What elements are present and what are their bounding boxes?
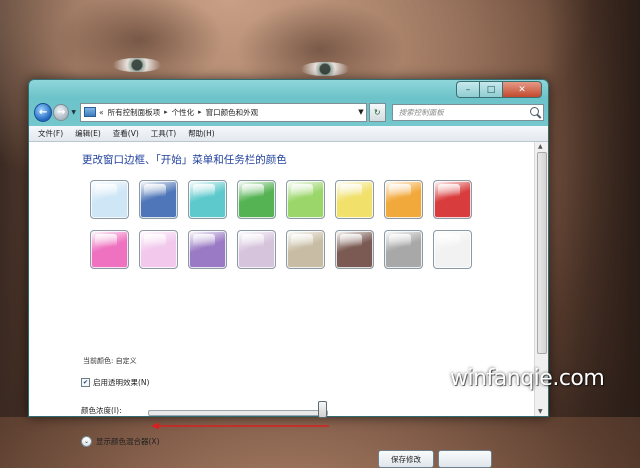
color-swatch-sea[interactable]: [188, 180, 227, 219]
breadcrumb-overflow[interactable]: «: [99, 108, 104, 117]
refresh-icon: ↻: [373, 107, 381, 117]
color-swatch-blush[interactable]: [139, 230, 178, 269]
breadcrumb-separator[interactable]: ▸: [164, 108, 168, 116]
minimize-button[interactable]: –: [456, 81, 479, 98]
save-button[interactable]: 保存修改: [378, 450, 434, 468]
color-swatch-sky[interactable]: [90, 180, 129, 219]
navigation-bar: ← → ▼ « 所有控制面板项 ▸ 个性化 ▸ 窗口颜色和外观 ▼ ↻ 搜索控制…: [34, 101, 544, 123]
search-icon[interactable]: [530, 106, 539, 116]
color-swatch-slate[interactable]: [384, 230, 423, 269]
color-swatch-ruby[interactable]: [433, 180, 472, 219]
arrow-right-icon: →: [57, 106, 66, 118]
color-swatch-lavender[interactable]: [237, 230, 276, 269]
history-dropdown-icon[interactable]: ▼: [71, 109, 76, 116]
cancel-button[interactable]: [438, 450, 492, 468]
color-swatch-leaf[interactable]: [237, 180, 276, 219]
scrollbar-thumb[interactable]: [537, 152, 547, 354]
intensity-slider-thumb[interactable]: [318, 401, 327, 418]
color-swatch-twilight[interactable]: [139, 180, 178, 219]
search-input[interactable]: 搜索控制面板: [391, 103, 544, 121]
control-panel-folder-icon: [83, 107, 96, 117]
scroll-up-icon[interactable]: ▲: [538, 143, 543, 150]
forward-button[interactable]: →: [53, 103, 70, 121]
color-swatch-lime[interactable]: [286, 180, 325, 219]
color-swatch-violet[interactable]: [188, 230, 227, 269]
menu-edit[interactable]: 编辑(E): [75, 128, 101, 139]
color-swatch-fuchsia[interactable]: [90, 230, 129, 269]
address-dropdown-icon[interactable]: ▼: [358, 108, 363, 116]
breadcrumb-window-color[interactable]: 窗口颜色和外观: [206, 107, 259, 118]
color-swatch-tangerine[interactable]: [384, 180, 423, 219]
back-button[interactable]: ←: [34, 102, 53, 122]
search-placeholder: 搜索控制面板: [398, 107, 444, 117]
scroll-down-icon[interactable]: ▼: [538, 408, 543, 415]
breadcrumb-personalization[interactable]: 个性化: [172, 107, 195, 118]
color-mixer-label: 显示颜色混合器(X): [96, 437, 160, 446]
color-swatch-taupe[interactable]: [286, 230, 325, 269]
color-mixer-toggle[interactable]: ⌄ 显示颜色混合器(X): [81, 436, 160, 447]
page-title: 更改窗口边框、「开始」菜单和任务栏的颜色: [82, 154, 287, 166]
address-bar[interactable]: « 所有控制面板项 ▸ 个性化 ▸ 窗口颜色和外观 ▼: [79, 102, 367, 122]
breadcrumb-all-items[interactable]: 所有控制面板项: [108, 107, 161, 118]
menu-file[interactable]: 文件(F): [38, 128, 63, 139]
transparency-checkbox[interactable]: ✔: [81, 378, 90, 387]
color-swatch-lemon[interactable]: [335, 180, 374, 219]
maximize-button[interactable]: □: [479, 81, 502, 98]
intensity-label: 颜色浓度(I):: [81, 406, 122, 415]
menu-tools[interactable]: 工具(T): [151, 128, 176, 139]
background-eye-left: [112, 58, 162, 72]
watermark: winfanqie.com: [450, 366, 605, 391]
refresh-button[interactable]: ↻: [368, 102, 386, 122]
caption-buttons: – □ ✕: [456, 81, 542, 98]
red-arrow-annotation: [151, 422, 329, 430]
background-eye-right: [300, 62, 350, 76]
current-color-label: 当前颜色: 自定义: [83, 357, 137, 365]
color-swatch-frost[interactable]: [433, 230, 472, 269]
breadcrumb-separator[interactable]: ▸: [198, 108, 202, 116]
close-button[interactable]: ✕: [502, 81, 542, 98]
arrow-left-icon: ←: [38, 106, 48, 118]
menu-help[interactable]: 帮助(H): [188, 128, 215, 139]
menu-view[interactable]: 查看(V): [113, 128, 139, 139]
chevron-down-icon[interactable]: ⌄: [81, 436, 92, 447]
intensity-slider-track[interactable]: [148, 410, 328, 416]
transparency-option[interactable]: ✔ 启用透明效果(N): [81, 377, 149, 388]
transparency-label: 启用透明效果(N): [93, 378, 150, 387]
menu-bar: 文件(F) 编辑(E) 查看(V) 工具(T) 帮助(H): [29, 126, 548, 142]
color-swatch-chocolate[interactable]: [335, 230, 374, 269]
